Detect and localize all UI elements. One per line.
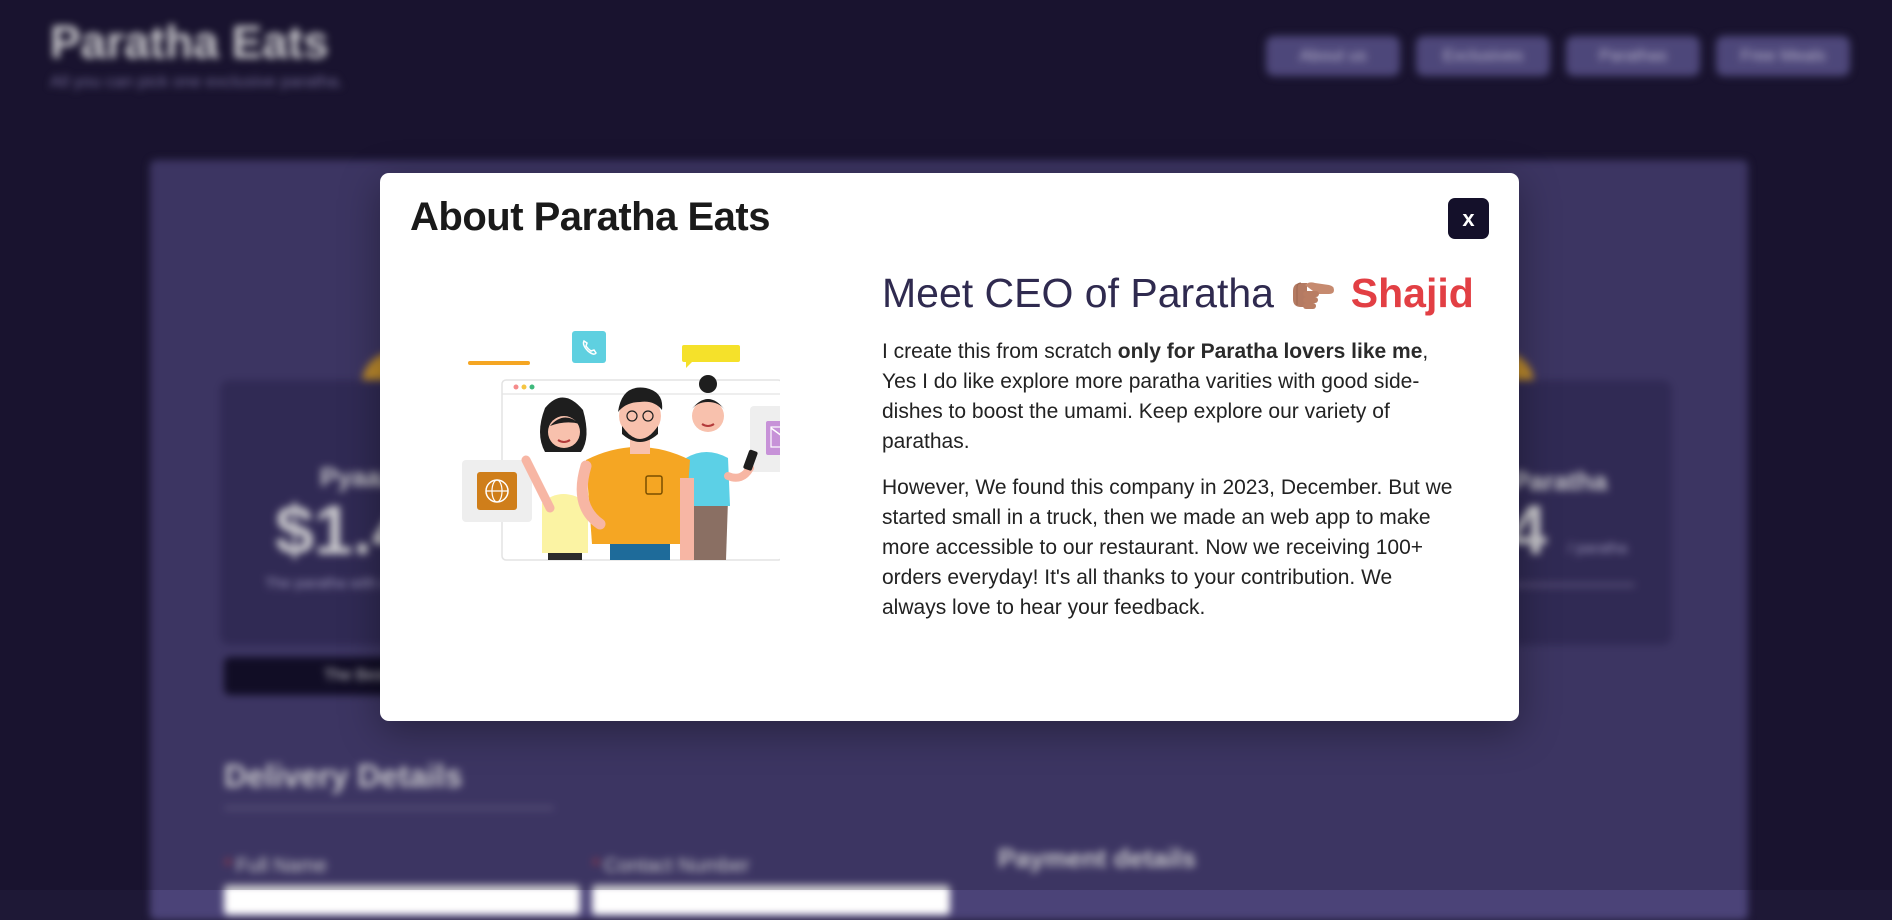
about-content: Meet CEO of Paratha Shajid I create this…	[882, 265, 1474, 623]
about-paragraph-2: However, We found this company in 2023, …	[882, 476, 1453, 619]
ceo-name: Shajid	[1350, 270, 1474, 316]
ceo-heading: Meet CEO of Paratha Shajid	[882, 265, 1474, 321]
modal-title: About Paratha Eats	[410, 195, 770, 239]
team-illustration	[462, 331, 780, 561]
close-button[interactable]: x	[1448, 198, 1489, 239]
ceo-heading-prefix: Meet CEO of Paratha	[882, 270, 1274, 316]
about-modal: About Paratha Eats x Meet CEO of Paratha…	[380, 173, 1519, 721]
para1-bold: only for Paratha lovers like me	[1117, 340, 1423, 363]
para1-start: I create this from scratch	[882, 340, 1118, 363]
pointing-right-hand-icon	[1293, 282, 1335, 310]
about-paragraph-1: I create this from scratch only for Para…	[882, 337, 1462, 457]
